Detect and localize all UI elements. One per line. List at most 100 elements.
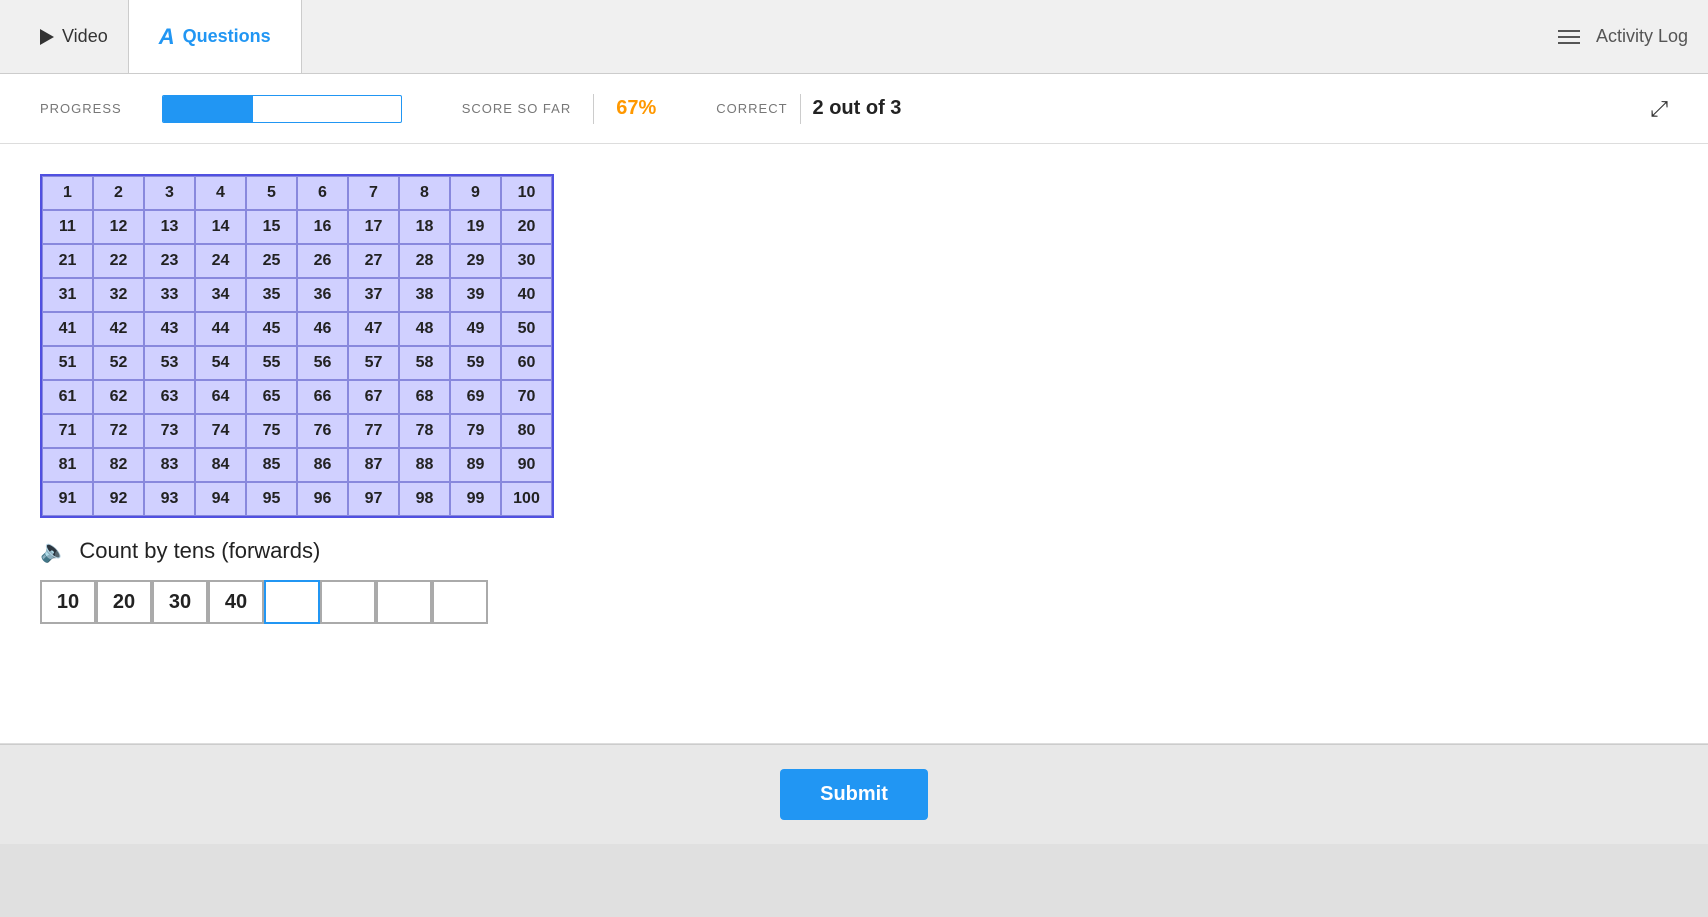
grid-cell: 52 <box>93 346 144 380</box>
grid-cell: 22 <box>93 244 144 278</box>
grid-cell: 9 <box>450 176 501 210</box>
grid-cell: 57 <box>348 346 399 380</box>
grid-cell: 48 <box>399 312 450 346</box>
grid-cell: 97 <box>348 482 399 516</box>
grid-cell: 81 <box>42 448 93 482</box>
grid-cell: 76 <box>297 414 348 448</box>
answer-row: 10203040 <box>40 580 1668 624</box>
grid-cell: 18 <box>399 210 450 244</box>
grid-cell: 47 <box>348 312 399 346</box>
grid-cell: 28 <box>399 244 450 278</box>
grid-row: 81828384858687888990 <box>42 448 552 482</box>
grid-row: 31323334353637383940 <box>42 278 552 312</box>
submit-button[interactable]: Submit <box>780 769 928 820</box>
grid-cell: 51 <box>42 346 93 380</box>
grid-cell: 98 <box>399 482 450 516</box>
grid-cell: 5 <box>246 176 297 210</box>
grid-cell: 83 <box>144 448 195 482</box>
grid-cell: 30 <box>501 244 552 278</box>
grid-cell: 17 <box>348 210 399 244</box>
correct-value: 2 out of 3 <box>813 97 902 120</box>
grid-cell: 53 <box>144 346 195 380</box>
grid-cell: 12 <box>93 210 144 244</box>
grid-cell: 38 <box>399 278 450 312</box>
speaker-icon[interactable]: 🔈 <box>40 538 67 564</box>
score-divider <box>593 94 594 124</box>
grid-cell: 61 <box>42 380 93 414</box>
grid-cell: 31 <box>42 278 93 312</box>
grid-cell: 100 <box>501 482 552 516</box>
grid-cell: 86 <box>297 448 348 482</box>
grid-cell: 19 <box>450 210 501 244</box>
progress-label: PROGRESS <box>40 101 122 116</box>
video-tab[interactable]: Video <box>20 0 128 73</box>
grid-cell: 37 <box>348 278 399 312</box>
grid-cell: 67 <box>348 380 399 414</box>
correct-section: CORRECT 2 out of 3 <box>716 94 901 124</box>
grid-cell: 71 <box>42 414 93 448</box>
progress-section: PROGRESS SCORE SO FAR 67% CORRECT 2 out … <box>0 74 1708 144</box>
grid-cell: 26 <box>297 244 348 278</box>
grid-cell: 93 <box>144 482 195 516</box>
question-row: 🔈 Count by tens (forwards) <box>40 538 1668 564</box>
answer-box-filled: 40 <box>208 580 264 624</box>
grid-cell: 46 <box>297 312 348 346</box>
grid-cell: 75 <box>246 414 297 448</box>
grid-cell: 80 <box>501 414 552 448</box>
grid-cell: 44 <box>195 312 246 346</box>
grid-cell: 43 <box>144 312 195 346</box>
grid-cell: 73 <box>144 414 195 448</box>
activity-log-button[interactable]: Activity Log <box>1558 26 1688 47</box>
grid-cell: 16 <box>297 210 348 244</box>
grid-cell: 15 <box>246 210 297 244</box>
progress-bar-fill <box>163 96 253 122</box>
grid-cell: 87 <box>348 448 399 482</box>
question-area: 1234567891011121314151617181920212223242… <box>0 144 1708 744</box>
grid-cell: 58 <box>399 346 450 380</box>
grid-cell: 40 <box>501 278 552 312</box>
grid-cell: 89 <box>450 448 501 482</box>
number-grid: 1234567891011121314151617181920212223242… <box>40 174 554 518</box>
top-navigation: Video A Questions Activity Log <box>0 0 1708 74</box>
grid-cell: 78 <box>399 414 450 448</box>
grid-cell: 14 <box>195 210 246 244</box>
grid-cell: 68 <box>399 380 450 414</box>
grid-cell: 10 <box>501 176 552 210</box>
grid-cell: 56 <box>297 346 348 380</box>
grid-cell: 85 <box>246 448 297 482</box>
questions-icon: A <box>159 24 175 50</box>
main-content: 1234567891011121314151617181920212223242… <box>0 144 1708 844</box>
grid-cell: 42 <box>93 312 144 346</box>
expand-button[interactable]: ⤢ <box>1650 96 1668 122</box>
grid-cell: 54 <box>195 346 246 380</box>
grid-cell: 63 <box>144 380 195 414</box>
grid-cell: 2 <box>93 176 144 210</box>
grid-cell: 41 <box>42 312 93 346</box>
grid-cell: 36 <box>297 278 348 312</box>
answer-box-empty <box>432 580 488 624</box>
grid-cell: 39 <box>450 278 501 312</box>
grid-cell: 66 <box>297 380 348 414</box>
grid-cell: 92 <box>93 482 144 516</box>
activity-log-label: Activity Log <box>1596 26 1688 47</box>
grid-cell: 55 <box>246 346 297 380</box>
question-text: Count by tens (forwards) <box>79 538 320 564</box>
answer-input-active[interactable] <box>264 580 320 624</box>
grid-cell: 34 <box>195 278 246 312</box>
grid-cell: 35 <box>246 278 297 312</box>
grid-cell: 95 <box>246 482 297 516</box>
play-icon <box>40 29 54 45</box>
grid-cell: 4 <box>195 176 246 210</box>
correct-label: CORRECT <box>716 101 787 116</box>
grid-row: 919293949596979899100 <box>42 482 552 516</box>
grid-cell: 50 <box>501 312 552 346</box>
grid-row: 11121314151617181920 <box>42 210 552 244</box>
grid-cell: 64 <box>195 380 246 414</box>
grid-cell: 33 <box>144 278 195 312</box>
grid-row: 21222324252627282930 <box>42 244 552 278</box>
grid-row: 61626364656667686970 <box>42 380 552 414</box>
grid-cell: 94 <box>195 482 246 516</box>
questions-tab[interactable]: A Questions <box>128 0 302 73</box>
grid-cell: 23 <box>144 244 195 278</box>
grid-cell: 7 <box>348 176 399 210</box>
